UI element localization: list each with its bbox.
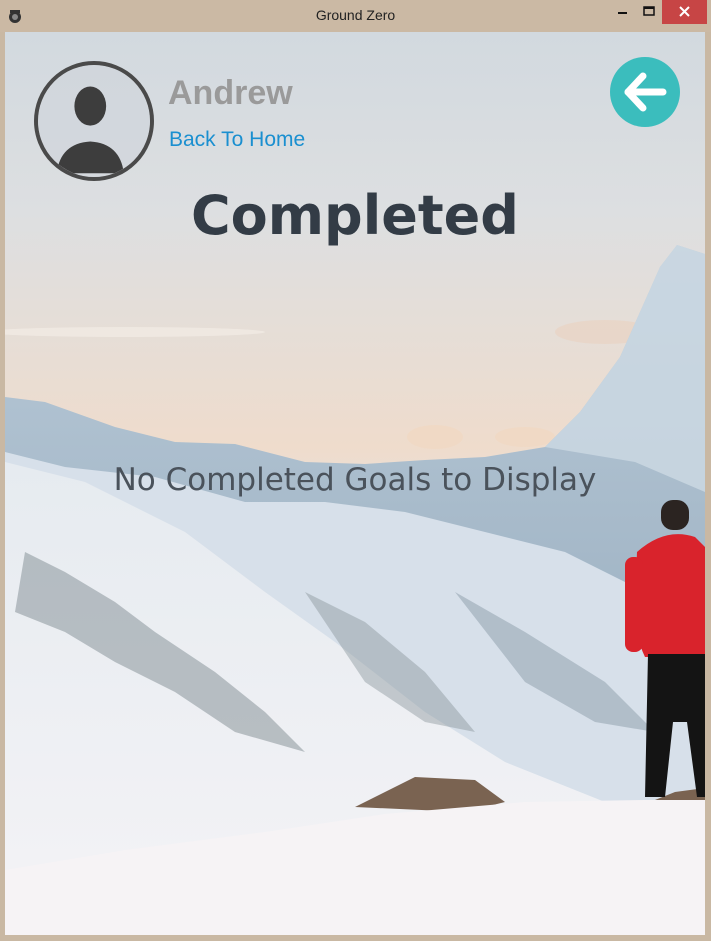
- close-icon: [679, 6, 690, 17]
- close-button[interactable]: [662, 0, 707, 24]
- avatar: [34, 61, 154, 181]
- app-content: Andrew Back To Home Completed No Complet…: [5, 32, 705, 935]
- empty-state-message: No Completed Goals to Display: [113, 462, 597, 498]
- window-titlebar: Ground Zero: [0, 0, 711, 32]
- minimize-button[interactable]: [608, 0, 636, 24]
- back-button[interactable]: [610, 57, 680, 127]
- maximize-button[interactable]: [636, 0, 662, 24]
- user-name: Andrew: [168, 74, 293, 112]
- window-title: Ground Zero: [315, 7, 396, 23]
- page-title: Completed: [191, 184, 519, 247]
- maximize-icon: [643, 6, 655, 16]
- user-avatar-icon: [38, 65, 150, 177]
- arrow-left-icon: [624, 72, 667, 112]
- back-to-home-link[interactable]: Back To Home: [169, 128, 305, 152]
- minimize-icon: [618, 12, 627, 14]
